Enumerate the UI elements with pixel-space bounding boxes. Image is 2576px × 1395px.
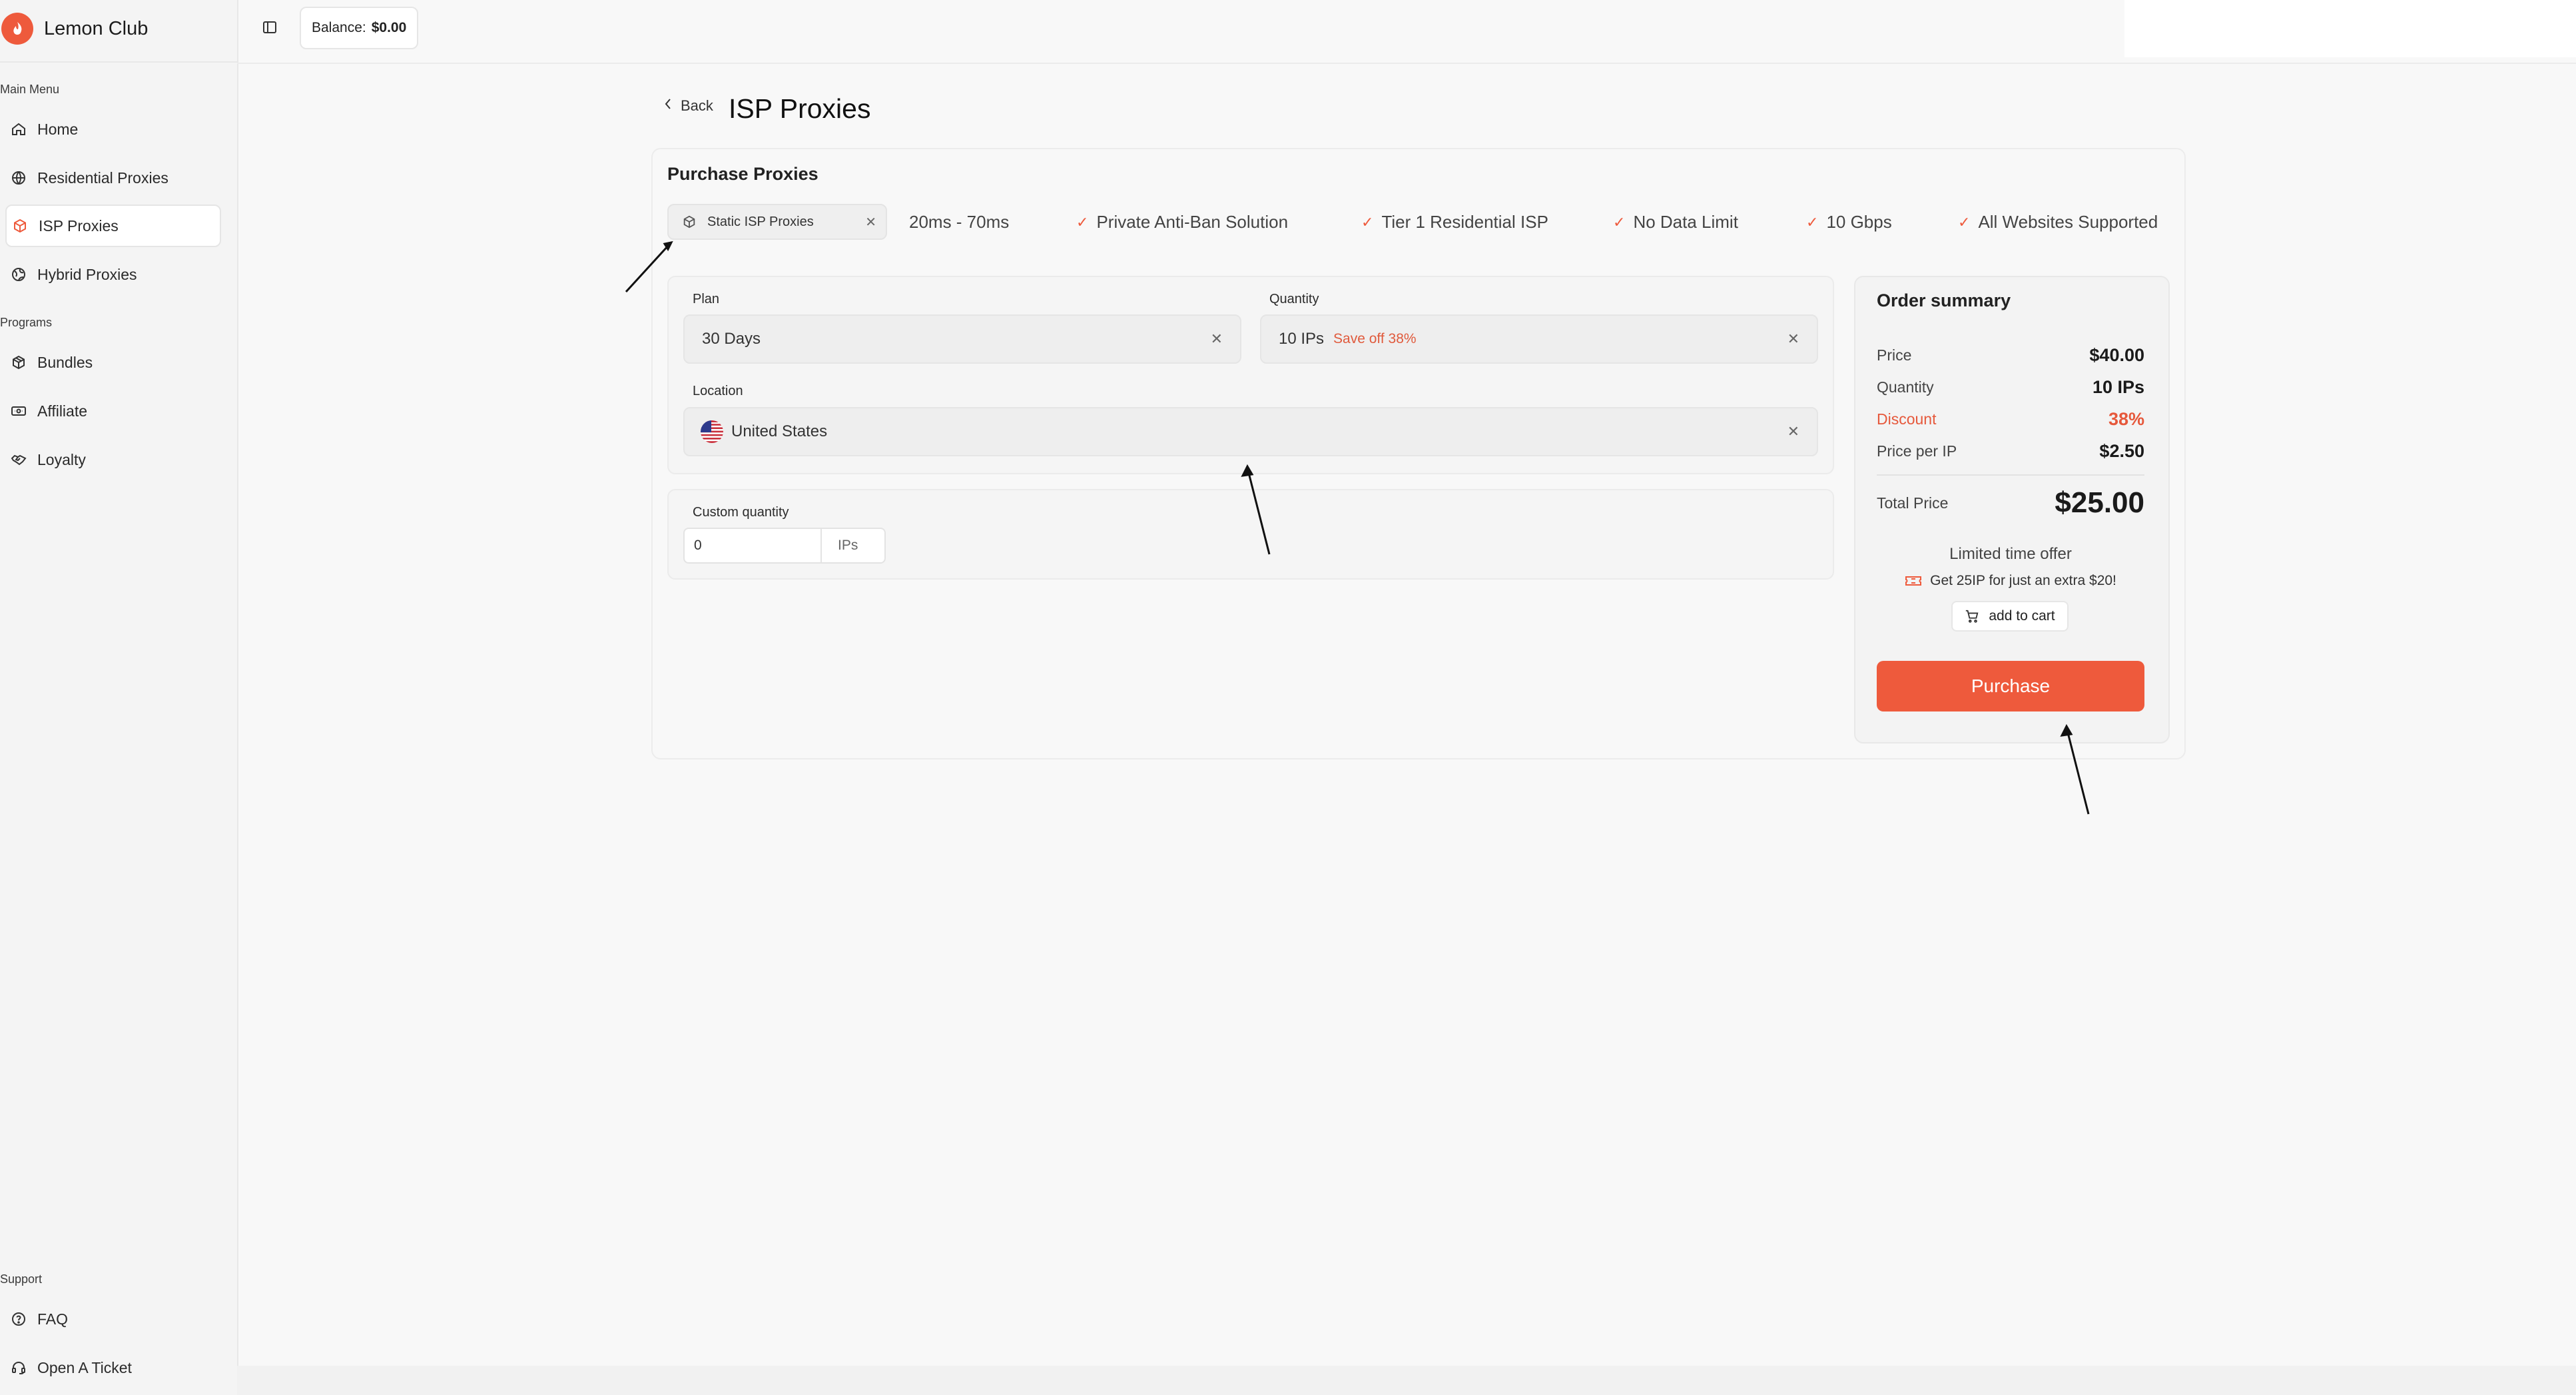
arrow-head bbox=[1241, 464, 1254, 477]
annotation-arrow bbox=[2066, 729, 2090, 815]
annotation-arrow bbox=[625, 244, 670, 293]
arrow-head bbox=[2060, 723, 2073, 737]
annotation-arrows bbox=[625, 240, 2090, 815]
annotation-arrow bbox=[1247, 470, 1271, 555]
